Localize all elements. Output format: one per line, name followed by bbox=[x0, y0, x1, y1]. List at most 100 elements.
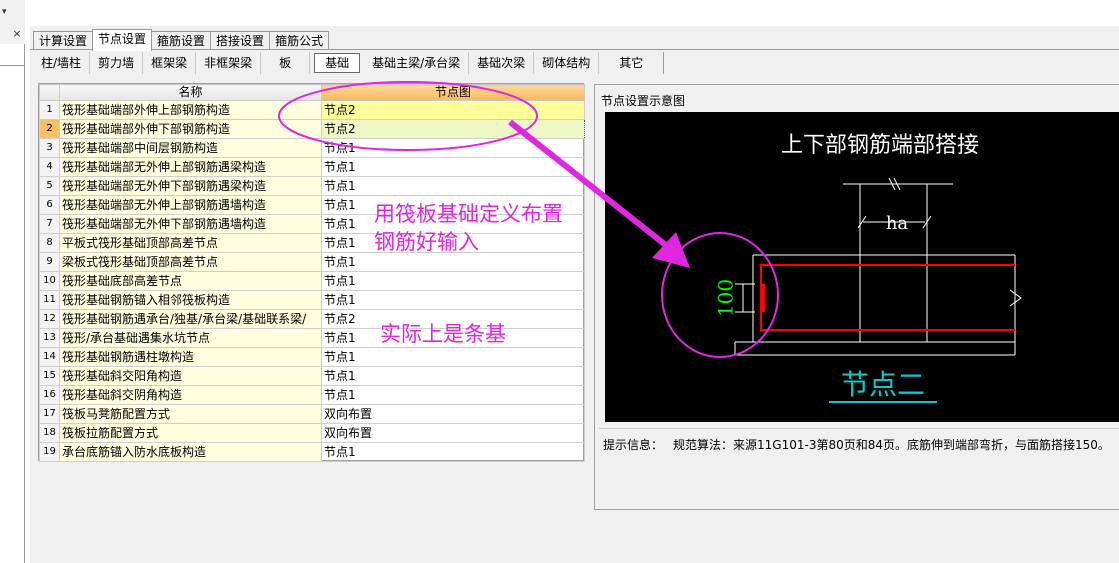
toolbar-column-button[interactable]: 柱/墙柱 bbox=[33, 51, 91, 74]
row-number-cell: 2 bbox=[39, 119, 60, 139]
table-row[interactable]: 14 筏形基础钢筋遇柱墩构造 节点1 bbox=[39, 347, 585, 367]
grid-header-num bbox=[39, 84, 60, 101]
node-name-label: 节点二 bbox=[841, 368, 925, 401]
setting-name-cell: 筏形基础斜交阴角构造 bbox=[59, 385, 322, 405]
node-value-cell[interactable]: 节点1 bbox=[321, 385, 585, 405]
preview-title: 节点设置示意图 bbox=[601, 94, 686, 108]
node-value-cell[interactable]: 双向布置 bbox=[321, 404, 585, 424]
label-100: 100 bbox=[714, 279, 738, 317]
row-number-cell: 8 bbox=[39, 233, 60, 253]
node-value-cell[interactable]: 节点1 bbox=[321, 176, 585, 196]
row-number-cell: 13 bbox=[39, 328, 60, 348]
setting-name-cell: 筏形基础端部中间层钢筋构造 bbox=[59, 138, 322, 158]
table-row[interactable]: 11 筏形基础钢筋锚入相邻筏板构造 节点1 bbox=[39, 290, 585, 310]
table-row[interactable]: 1 筏形基础端部外伸上部钢筋构造 节点2 bbox=[39, 100, 585, 120]
row-number-cell: 4 bbox=[39, 157, 60, 177]
setting-name-cell: 承台底筋锚入防水底板构造 bbox=[59, 442, 322, 462]
setting-name-cell: 筏形基础底部高差节点 bbox=[59, 271, 322, 291]
hint-info: 提示信息： 规范算法：来源11G101-3第80页和84页。底筋伸到端部弯折，与面… bbox=[603, 436, 1119, 453]
setting-name-cell: 平板式筏形基础顶部高差节点 bbox=[59, 233, 322, 253]
grid-header-node-diagram[interactable]: 节点图 bbox=[321, 84, 585, 101]
node-value-cell[interactable]: 双向布置 bbox=[321, 423, 585, 443]
setting-name-cell: 梁板式筏形基础顶部高差节点 bbox=[59, 252, 322, 272]
settings-window: 计算设置 节点设置 箍筋设置 搭接设置 箍筋公式 柱/墙柱 剪力墙 框架梁 非框… bbox=[30, 26, 1119, 563]
row-number-cell: 15 bbox=[39, 366, 60, 386]
diagram-heading: 上下部钢筋端部搭接 bbox=[781, 133, 979, 158]
table-row[interactable]: 5 筏形基础端部无外伸下部钢筋遇梁构造 节点1 bbox=[39, 176, 585, 196]
row-number-cell: 18 bbox=[39, 423, 60, 443]
close-icon[interactable]: × bbox=[8, 28, 26, 42]
setting-name-cell: 筏形基础钢筋遇承台/独基/承台梁/基础联系梁/ bbox=[59, 309, 322, 329]
row-number-cell: 3 bbox=[39, 138, 60, 158]
dropdown-arrow-icon[interactable]: ▾ bbox=[0, 0, 12, 24]
toolbar-foundation-secondary-beam-button[interactable]: 基础次梁 bbox=[469, 51, 535, 74]
toolbar-slab-button[interactable]: 板 bbox=[261, 51, 311, 74]
component-toolbar: 柱/墙柱 剪力墙 框架梁 非框架梁 板 基础 基础主梁/承台梁 基础次梁 砌体结… bbox=[30, 49, 1119, 75]
table-row[interactable]: 17 筏板马凳筋配置方式 双向布置 bbox=[39, 404, 585, 424]
annotation-note-1-line1: 用筏板基础定义布置 bbox=[374, 202, 563, 226]
table-row[interactable]: 16 筏形基础斜交阴角构造 节点1 bbox=[39, 385, 585, 405]
tab-calc-settings[interactable]: 计算设置 bbox=[33, 31, 94, 50]
node-value-cell[interactable]: 节点1 bbox=[321, 366, 585, 386]
hint-text: 规范算法：来源11G101-3第80页和84页。底筋伸到端部弯折，与面筋搭接15… bbox=[673, 438, 1110, 452]
toolbar-other-button[interactable]: 其它 bbox=[599, 51, 665, 74]
row-number-cell: 11 bbox=[39, 290, 60, 310]
row-number-cell: 12 bbox=[39, 309, 60, 329]
table-row[interactable]: 2 筏形基础端部外伸下部钢筋构造 节点2 bbox=[39, 119, 585, 139]
node-settings-grid: 名称 节点图 1 筏形基础端部外伸上部钢筋构造 节点2 2 筏形基础端部外伸下部钢筋构造… bbox=[38, 83, 585, 462]
setting-name-cell: 筏形/承台基础遇集水坑节点 bbox=[59, 328, 322, 348]
setting-name-cell: 筏形基础斜交阳角构造 bbox=[59, 366, 322, 386]
setting-name-cell: 筏形基础端部无外伸下部钢筋遇梁构造 bbox=[59, 176, 322, 196]
setting-name-cell: 筏形基础钢筋遇柱墩构造 bbox=[59, 347, 322, 367]
node-value-cell[interactable]: 节点1 bbox=[321, 347, 585, 367]
table-row[interactable]: 10 筏形基础底部高差节点 节点1 bbox=[39, 271, 585, 291]
row-number-cell: 19 bbox=[39, 442, 60, 462]
toolbar-frame-beam-button[interactable]: 框架梁 bbox=[143, 51, 197, 74]
table-row[interactable]: 4 筏形基础端部无外伸上部钢筋遇梁构造 节点1 bbox=[39, 157, 585, 177]
setting-name-cell: 筏形基础钢筋锚入相邻筏板构造 bbox=[59, 290, 322, 310]
tab-node-settings[interactable]: 节点设置 bbox=[92, 29, 153, 51]
annotation-note-1: 用筏板基础定义布置 钢筋好输入 bbox=[374, 200, 563, 256]
grid-header-name[interactable]: 名称 bbox=[59, 84, 322, 101]
settings-tabs: 计算设置 节点设置 箍筋设置 搭接设置 箍筋公式 bbox=[33, 29, 330, 51]
node-diagram-canvas: 上下部钢筋端部搭接 ha 100 节点二 bbox=[605, 112, 1119, 422]
row-number-cell: 1 bbox=[39, 100, 60, 120]
setting-name-cell: 筏形基础端部外伸上部钢筋构造 bbox=[59, 100, 322, 120]
row-number-cell: 10 bbox=[39, 271, 60, 291]
node-value-cell[interactable]: 节点2 bbox=[321, 100, 585, 120]
annotation-note-1-line2: 钢筋好输入 bbox=[374, 230, 479, 254]
table-row[interactable]: 18 筏板拉筋配置方式 双向布置 bbox=[39, 423, 585, 443]
row-number-cell: 5 bbox=[39, 176, 60, 196]
table-row[interactable]: 19 承台底筋锚入防水底板构造 节点1 bbox=[39, 442, 585, 462]
setting-name-cell: 筏形基础端部无外伸上部钢筋遇墙构造 bbox=[59, 195, 322, 215]
node-value-cell[interactable]: 节点1 bbox=[321, 290, 585, 310]
setting-name-cell: 筏板马凳筋配置方式 bbox=[59, 404, 322, 424]
setting-name-cell: 筏形基础端部无外伸上部钢筋遇梁构造 bbox=[59, 157, 322, 177]
node-value-cell[interactable]: 节点2 bbox=[321, 119, 585, 139]
hint-label: 提示信息： bbox=[603, 438, 664, 452]
annotation-note-2: 实际上是条基 bbox=[380, 322, 506, 346]
toolbar-nonframe-beam-button[interactable]: 非框架梁 bbox=[196, 51, 262, 74]
row-number-cell: 7 bbox=[39, 214, 60, 234]
toolbar-foundation-main-beam-button[interactable]: 基础主梁/承台梁 bbox=[364, 51, 470, 74]
toolbar-foundation-button[interactable]: 基础 bbox=[314, 52, 361, 73]
toolbar-shear-wall-button[interactable]: 剪力墙 bbox=[90, 51, 144, 74]
node-value-cell[interactable]: 节点1 bbox=[321, 138, 585, 158]
tab-lap-settings[interactable]: 搭接设置 bbox=[210, 31, 271, 50]
row-number-cell: 6 bbox=[39, 195, 60, 215]
setting-name-cell: 筏板拉筋配置方式 bbox=[59, 423, 322, 443]
row-number-cell: 14 bbox=[39, 347, 60, 367]
table-row[interactable]: 15 筏形基础斜交阳角构造 节点1 bbox=[39, 366, 585, 386]
node-value-cell[interactable]: 节点1 bbox=[321, 271, 585, 291]
row-number-cell: 16 bbox=[39, 385, 60, 405]
node-value-cell[interactable]: 节点1 bbox=[321, 157, 585, 177]
setting-name-cell: 筏形基础端部无外伸下部钢筋遇墙构造 bbox=[59, 214, 322, 234]
toolbar-masonry-button[interactable]: 砌体结构 bbox=[534, 51, 600, 74]
tab-stirrup-formula[interactable]: 箍筋公式 bbox=[269, 31, 330, 50]
table-row[interactable]: 3 筏形基础端部中间层钢筋构造 节点1 bbox=[39, 138, 585, 158]
node-value-cell[interactable]: 节点1 bbox=[321, 442, 585, 462]
tab-stirrup-settings[interactable]: 箍筋设置 bbox=[151, 31, 212, 50]
node-preview-panel: 节点设置示意图 上下部钢筋端部搭接 ha 100 节点二 提示信息： 规范算法：… bbox=[594, 84, 1119, 510]
label-ha: ha bbox=[886, 213, 909, 234]
node-diagram: 上下部钢筋端部搭接 ha 100 节点二 bbox=[714, 133, 1022, 403]
